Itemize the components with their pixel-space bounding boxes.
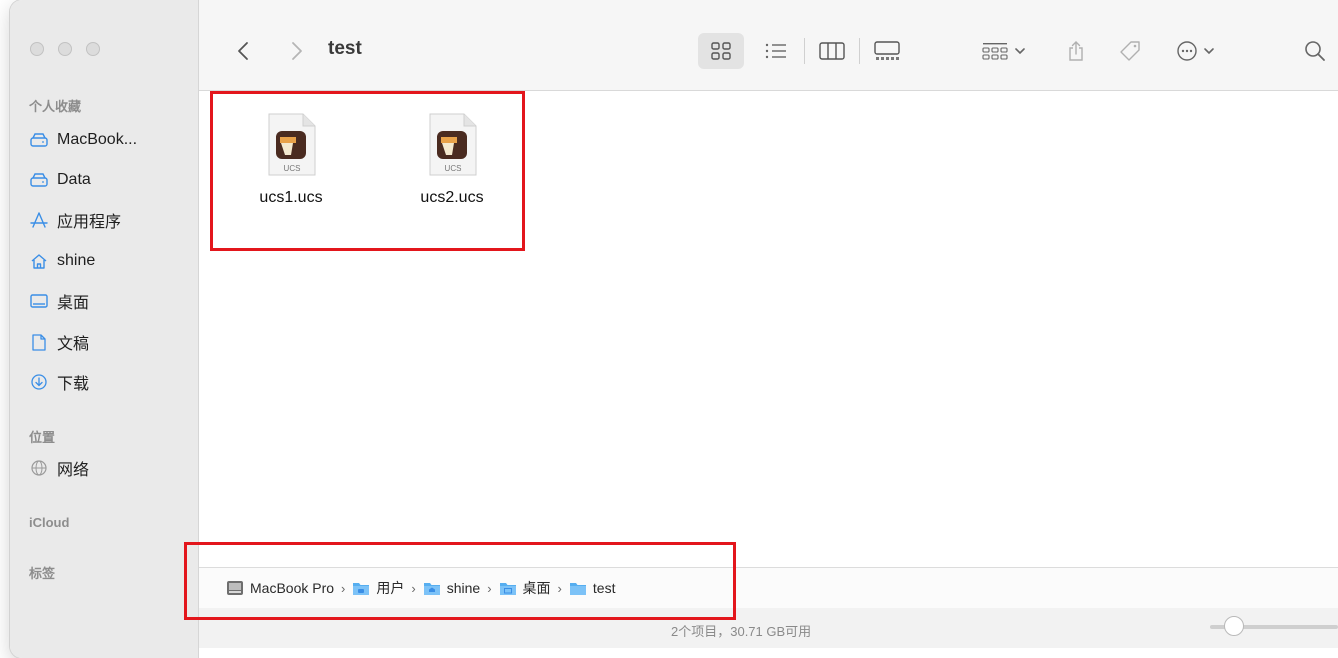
home-folder-icon	[423, 581, 441, 596]
status-text: 2个项目，30.71 GB可用	[671, 624, 812, 639]
sidebar-item-applications[interactable]: 应用程序	[29, 207, 121, 233]
chevron-left-icon	[238, 42, 248, 60]
hard-drive-icon	[226, 580, 244, 596]
file-item[interactable]: UCS ucs1.ucs	[231, 113, 351, 207]
sidebar-item-label: 桌面	[57, 295, 90, 312]
sidebar-item-macbook[interactable]: MacBook...	[29, 127, 137, 153]
drive-icon	[29, 131, 49, 149]
file-browser-area[interactable]: UCS ucs1.ucs UCS ucs2.ucs	[199, 91, 1338, 567]
sidebar-item-label: 网络	[57, 462, 90, 479]
icloud-header: iCloud	[29, 515, 70, 530]
ellipsis-circle-icon	[1176, 41, 1197, 61]
sidebar-item-downloads[interactable]: 下载	[29, 369, 89, 395]
chevron-down-icon	[1015, 48, 1025, 55]
sidebar-item-label: shine	[57, 252, 96, 269]
share-icon	[1069, 41, 1083, 61]
tag-button[interactable]	[1115, 33, 1145, 69]
file-item[interactable]: UCS ucs2.ucs	[392, 113, 512, 207]
forward-button[interactable]	[285, 33, 309, 69]
toolbar-divider	[859, 38, 860, 64]
icon-size-slider-knob[interactable]	[1224, 616, 1244, 636]
path-separator: ›	[557, 580, 562, 596]
list-view-button[interactable]	[756, 33, 796, 69]
window-controls	[30, 42, 100, 56]
path-bar: MacBook Pro › 用户 › shine › 桌面 › test	[199, 567, 1338, 609]
file-type-label: UCS	[284, 164, 301, 173]
status-bar: 2个项目，30.71 GB可用	[199, 608, 1338, 648]
network-icon	[29, 459, 49, 477]
path-crumb-users[interactable]: 用户	[352, 578, 404, 598]
document-icon	[29, 333, 49, 351]
path-crumb-test[interactable]: test	[569, 580, 616, 596]
minimize-window-button[interactable]	[58, 42, 72, 56]
sidebar-item-label: 文稿	[57, 336, 90, 353]
toolbar: test	[199, 0, 1338, 91]
tags-header: 标签	[29, 566, 56, 581]
sidebar-item-home[interactable]: shine	[29, 248, 95, 274]
sidebar-item-network[interactable]: 网络	[29, 455, 89, 481]
folder-icon	[569, 581, 587, 596]
group-by-button[interactable]	[975, 33, 1033, 69]
path-separator: ›	[341, 580, 346, 596]
path-crumb-label: 桌面	[522, 580, 551, 596]
window-title: test	[328, 38, 362, 59]
sidebar-item-label: 下载	[57, 376, 90, 393]
desktop-folder-icon	[499, 581, 517, 596]
favorites-header: 个人收藏	[29, 99, 82, 114]
group-icon	[982, 43, 1008, 60]
path-crumb-label: 用户	[376, 580, 405, 596]
icon-view-button[interactable]	[698, 33, 744, 69]
drive-icon	[29, 171, 49, 189]
ucs-file-icon: UCS	[426, 113, 478, 177]
chevron-down-icon	[1203, 48, 1214, 55]
path-separator: ›	[411, 580, 416, 596]
file-name: ucs2.ucs	[420, 189, 484, 206]
path-crumb-macbook[interactable]: MacBook Pro	[226, 580, 334, 596]
path-crumb-shine[interactable]: shine	[423, 580, 480, 596]
path-crumb-desktop[interactable]: 桌面	[499, 578, 551, 598]
download-icon	[29, 373, 49, 391]
locations-header: 位置	[29, 430, 56, 445]
sidebar-item-label: Data	[57, 171, 91, 188]
sidebar-item-desktop[interactable]: 桌面	[29, 288, 89, 314]
close-window-button[interactable]	[30, 42, 44, 56]
finder-window: 个人收藏 MacBook... Data 应用程序 shine 桌面 文稿 下载…	[10, 0, 1338, 658]
ucs-file-icon: UCS	[265, 113, 317, 177]
path-crumb-label: test	[592, 580, 616, 596]
sidebar-item-label: MacBook...	[57, 131, 138, 148]
sidebar-item-data[interactable]: Data	[29, 167, 91, 193]
chevron-right-icon	[292, 42, 302, 60]
path-crumb-label: MacBook Pro	[250, 580, 335, 596]
tag-icon	[1120, 41, 1140, 61]
columns-icon	[819, 42, 845, 60]
gallery-view-button[interactable]	[867, 33, 907, 69]
sidebar-item-label: 应用程序	[57, 214, 122, 231]
more-actions-button[interactable]	[1169, 33, 1221, 69]
folder-icon	[352, 581, 370, 596]
sidebar: 个人收藏 MacBook... Data 应用程序 shine 桌面 文稿 下载…	[10, 0, 199, 658]
search-icon	[1305, 41, 1325, 61]
path-separator: ›	[487, 580, 492, 596]
desktop-icon	[29, 292, 49, 310]
home-icon	[29, 252, 49, 270]
search-button[interactable]	[1300, 33, 1330, 69]
grid-icon	[711, 42, 731, 60]
file-type-label: UCS	[445, 164, 462, 173]
toolbar-divider	[804, 38, 805, 64]
sidebar-item-documents[interactable]: 文稿	[29, 329, 89, 355]
share-button[interactable]	[1061, 33, 1091, 69]
column-view-button[interactable]	[812, 33, 852, 69]
list-icon	[765, 43, 786, 59]
back-button[interactable]	[231, 33, 255, 69]
path-crumb-label: shine	[446, 580, 481, 596]
applications-icon	[29, 211, 49, 229]
zoom-window-button[interactable]	[86, 42, 100, 56]
file-name: ucs1.ucs	[259, 189, 323, 206]
gallery-icon	[874, 41, 900, 60]
